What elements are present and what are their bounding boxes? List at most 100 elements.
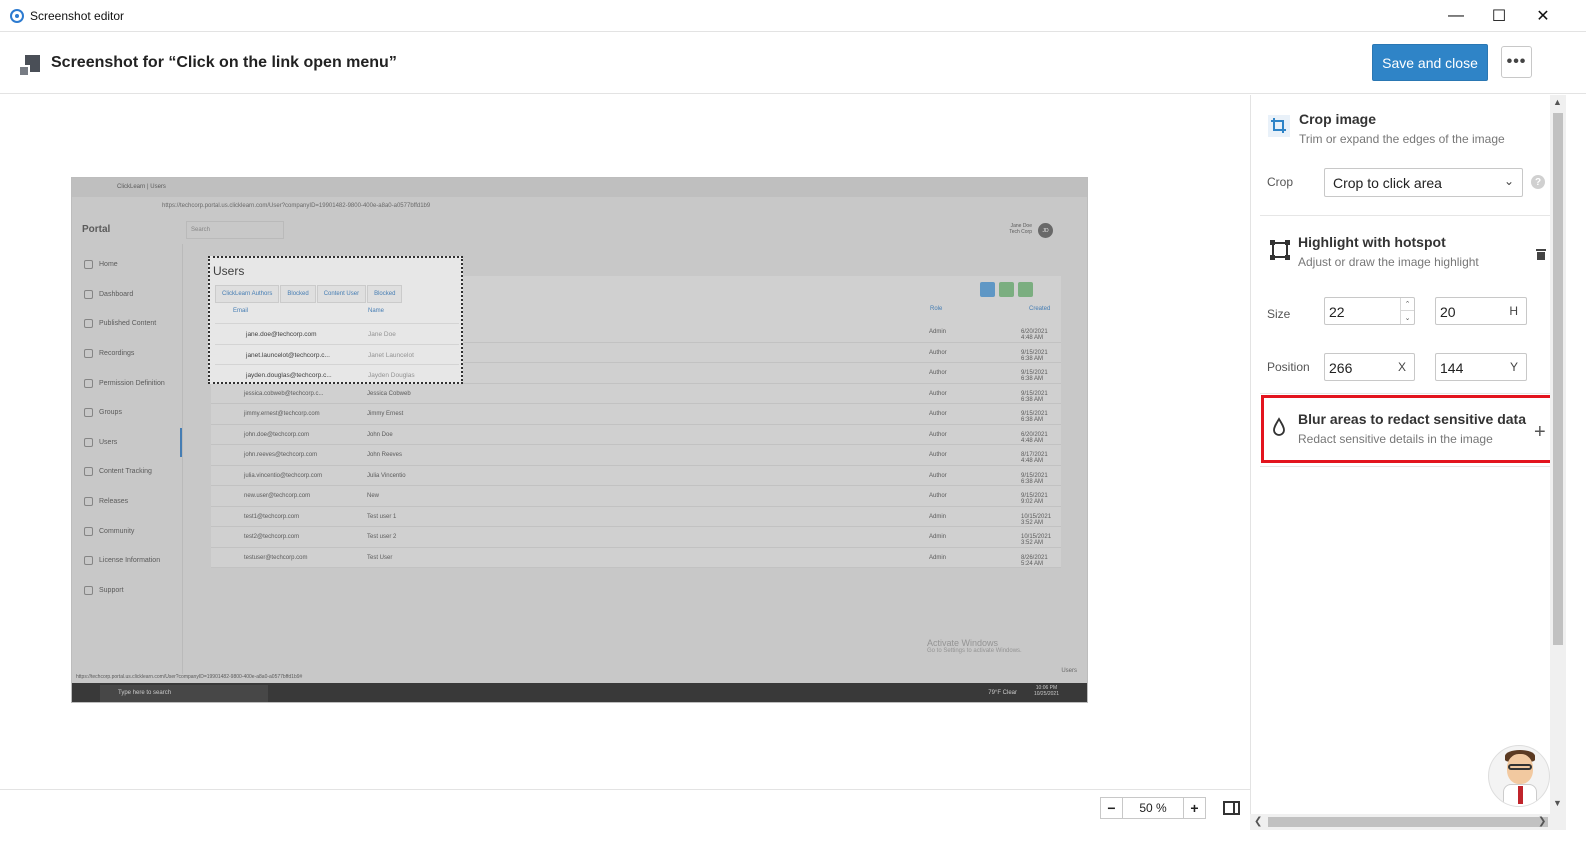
scroll-left-icon[interactable]: ❮ xyxy=(1254,816,1262,827)
more-options-button[interactable]: ••• xyxy=(1501,46,1532,78)
zoom-value[interactable]: 50 % xyxy=(1122,798,1184,818)
chevron-up-icon[interactable]: ⌃ xyxy=(1401,298,1414,311)
cell-role: Author xyxy=(929,472,947,479)
popup-row: jane.doe@techcorp.com Jane Doe xyxy=(215,323,459,344)
cell-email: testuser@techcorp.com xyxy=(244,554,308,561)
cell-name: Julia Vincentio xyxy=(367,472,406,479)
title-bar: Screenshot editor — ☐ ✕ xyxy=(0,0,1586,31)
size-width-input[interactable]: 22 ⌃ ⌄ xyxy=(1324,297,1415,325)
cell-created: 9/15/2021 6:38 AM xyxy=(1021,370,1048,382)
portal-nav: Home Dashboard Published Content Recordi… xyxy=(78,250,182,605)
assistant-avatar[interactable] xyxy=(1488,745,1550,807)
zoom-in-button[interactable]: + xyxy=(1184,798,1205,818)
cell-role: Admin xyxy=(929,329,947,335)
popup-col-name: Name xyxy=(368,308,385,314)
hotspot-title: Highlight with hotspot xyxy=(1298,234,1446,250)
position-x-input[interactable]: 266 X xyxy=(1324,353,1415,381)
scroll-down-icon[interactable]: ▼ xyxy=(1553,798,1562,808)
table-row: new.user@techcorp.com New Author 9/15/2021 … xyxy=(211,486,1061,507)
divider xyxy=(1260,393,1550,394)
click-highlight-box xyxy=(1261,395,1562,463)
portal-user-company: Tech Corp xyxy=(1009,229,1032,235)
cell-created: 6/20/2021 4:48 AM xyxy=(1021,329,1048,341)
cell-created: 10/15/2021 3:52 AM xyxy=(1021,513,1052,526)
popup-cell-email: jane.doe@techcorp.com xyxy=(246,331,317,338)
cell-name: New xyxy=(367,493,380,499)
cell-name: John Doe xyxy=(367,431,393,438)
nav-divider xyxy=(182,244,183,674)
divider xyxy=(1260,215,1550,216)
cell-email: test1@techcorp.com xyxy=(244,513,300,520)
size-height-suffix: H xyxy=(1509,304,1518,318)
size-width-stepper[interactable]: ⌃ ⌄ xyxy=(1400,298,1414,324)
table-row: test2@techcorp.com Test user 2 Admin 10/15/… xyxy=(211,527,1061,548)
taskbar-search: Type here to search xyxy=(100,685,268,702)
zoom-control: − 50 % + xyxy=(1100,797,1206,819)
screenshot-icon xyxy=(18,55,40,77)
cell-role: Admin xyxy=(929,554,947,561)
cell-role: Author xyxy=(929,411,947,417)
nav-item: Content Tracking xyxy=(78,457,182,487)
browser-tab-title: ClickLearn | Users xyxy=(117,184,166,190)
position-x-value: 266 xyxy=(1329,360,1353,376)
scroll-thumb[interactable] xyxy=(1553,113,1563,645)
cell-name: Jimmy Ernest xyxy=(367,411,404,417)
position-y-input[interactable]: 144 Y xyxy=(1435,353,1527,381)
screenshot-image[interactable]: ClickLearn | Users https://techcorp.port… xyxy=(71,177,1088,703)
status-url: https://techcorp.portal.us.clicklearn.co… xyxy=(76,674,303,680)
cell-role: Author xyxy=(929,390,947,397)
panel-toggle-icon[interactable] xyxy=(1223,801,1240,815)
crop-label: Crop xyxy=(1267,175,1294,189)
taskbar-weather: 79°F Clear xyxy=(988,690,1017,696)
status-label: Users xyxy=(1061,668,1077,674)
horizontal-scrollbar[interactable]: ❮ ❯ xyxy=(1250,814,1566,830)
cell-created: 9/15/2021 6:38 AM xyxy=(1021,390,1048,403)
cell-created: 9/15/2021 6:38 AM xyxy=(1021,411,1048,423)
app-logo-icon xyxy=(10,8,24,23)
cell-created: 10/15/2021 3:52 AM xyxy=(1021,534,1052,546)
nav-item: Community xyxy=(78,516,182,546)
cell-email: test2@techcorp.com xyxy=(244,534,300,540)
chevron-down-icon[interactable]: ⌄ xyxy=(1401,311,1414,324)
minimize-button[interactable]: — xyxy=(1434,0,1478,31)
save-and-close-button[interactable]: Save and close xyxy=(1372,44,1488,81)
browser-address-bar: https://techcorp.portal.us.clicklearn.co… xyxy=(72,197,1087,216)
cell-email: john.doe@techcorp.com xyxy=(244,431,310,438)
scroll-thumb[interactable] xyxy=(1268,817,1548,827)
cell-name: John Reeves xyxy=(367,452,403,458)
size-label: Size xyxy=(1267,307,1291,321)
help-icon[interactable]: ? xyxy=(1531,175,1545,189)
activate-windows-watermark: Activate Windows Go to Settings to activ… xyxy=(927,638,1022,654)
taskbar-clock: 10:06 PM 10/25/2021 xyxy=(1034,685,1059,697)
editor-header: Screenshot for “Click on the link open m… xyxy=(0,31,1586,94)
cell-created: 9/15/2021 6:38 AM xyxy=(1021,349,1048,362)
position-label: Position xyxy=(1267,360,1310,374)
size-height-input[interactable]: 20 H xyxy=(1435,297,1527,325)
crop-select[interactable]: Crop to click area ⌄ xyxy=(1324,168,1523,197)
cell-role: Admin xyxy=(929,534,947,540)
maximize-button[interactable]: ☐ xyxy=(1477,0,1521,31)
cell-created: 8/17/2021 4:48 AM xyxy=(1021,452,1048,464)
watermark-title: Activate Windows xyxy=(927,638,999,648)
scroll-up-icon[interactable]: ▲ xyxy=(1553,97,1562,107)
delete-hotspot-icon[interactable] xyxy=(1536,249,1546,260)
table-toolbar xyxy=(980,282,1037,302)
nav-item-active: Users xyxy=(78,427,182,458)
close-button[interactable]: ✕ xyxy=(1521,0,1565,31)
search-icon xyxy=(980,282,995,297)
portal-search: Search xyxy=(186,221,284,239)
cell-created: 6/20/2021 4:48 AM xyxy=(1021,431,1048,444)
popup-cell-name: Jane Doe xyxy=(368,331,396,338)
browser-tab-bar: ClickLearn | Users xyxy=(72,178,1087,197)
zoom-out-button[interactable]: − xyxy=(1101,798,1122,818)
scroll-right-icon[interactable]: ❯ xyxy=(1538,816,1546,827)
cell-role: Author xyxy=(929,370,947,376)
crop-title: Crop image xyxy=(1299,111,1377,127)
popup-tab: ClickLearn Authors xyxy=(215,285,280,303)
vertical-scrollbar[interactable]: ▲ ▼ xyxy=(1550,95,1566,815)
cell-created: 8/26/2021 5:24 AM xyxy=(1021,554,1048,567)
popup-cell-email: janet.launcelot@techcorp.c... xyxy=(246,351,330,359)
screenshot-canvas[interactable]: ClickLearn | Users https://techcorp.port… xyxy=(0,95,1250,789)
cell-name: Test User xyxy=(367,554,393,561)
cell-created: 9/15/2021 9:02 AM xyxy=(1021,493,1048,505)
